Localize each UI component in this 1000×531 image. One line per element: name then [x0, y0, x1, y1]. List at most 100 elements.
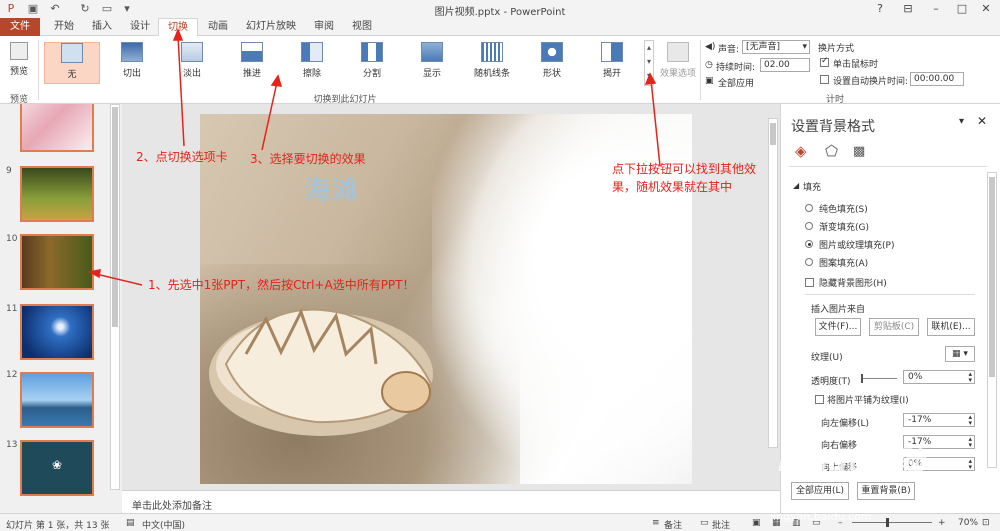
slide-number: 10 [6, 234, 18, 244]
radio-solid-fill[interactable] [805, 204, 813, 212]
fill-icon[interactable]: ◈ [795, 142, 807, 160]
tile-checkbox[interactable] [815, 395, 824, 404]
tab-home[interactable]: 开始 [46, 18, 82, 36]
gallery-scroll[interactable]: ▴ ▾ ▾ [644, 40, 654, 86]
slide-thumbnail[interactable] [20, 234, 94, 290]
transition-wipe[interactable]: 擦除 [284, 42, 340, 84]
slide-thumbnail[interactable] [20, 166, 94, 222]
tab-file[interactable]: 文件 [0, 18, 40, 36]
radio-gradient-fill[interactable] [805, 222, 813, 230]
scroll-thumb[interactable] [770, 123, 776, 145]
picture-fill-label: 图片或纹理填充(P) [819, 241, 895, 251]
transition-label: 淡出 [182, 69, 201, 79]
transition-cut[interactable]: 切出 [104, 42, 160, 84]
spinner-icon[interactable]: ▴ ▾ [968, 436, 972, 449]
spinner-icon[interactable]: ▴ ▾ [968, 371, 972, 384]
transition-shape[interactable]: 形状 [524, 42, 580, 84]
collapse-icon[interactable]: ◢ [793, 181, 799, 190]
notes-toggle[interactable]: 备注 [664, 518, 682, 531]
normal-view-icon[interactable]: ▣ [752, 518, 761, 528]
canvas-scrollbar[interactable] [768, 118, 778, 448]
zoom-level[interactable]: 70% [958, 518, 978, 528]
spellcheck-icon[interactable]: ▤ [126, 518, 135, 528]
tab-design[interactable]: 设计 [122, 18, 158, 36]
fill-section-title[interactable]: 填充 [803, 180, 821, 193]
radio-picture-fill[interactable] [805, 240, 813, 248]
notes-icon[interactable]: ≡ [652, 518, 660, 528]
zoom-in-icon[interactable]: + [938, 518, 946, 528]
slide-thumbnail[interactable] [20, 304, 94, 360]
transition-label: 推进 [242, 69, 261, 79]
title-bar: P ▣ ↶ ↻ ▭ ▾ 图片视频.pptx - PowerPoint ? ⊟ –… [0, 0, 1000, 18]
texture-picker[interactable]: ▦ ▾ [945, 346, 975, 362]
zoom-handle[interactable] [886, 518, 889, 527]
spinner-icon[interactable]: ▴ ▾ [968, 458, 972, 471]
reset-background-button[interactable]: 重置背景(B) [857, 482, 915, 500]
pane-options-icon[interactable]: ▾ [959, 116, 964, 127]
transition-uncover[interactable]: 揭开 [584, 42, 640, 84]
slide-thumbnail[interactable]: ❀ [20, 440, 94, 496]
after-time-input[interactable]: 00:00.00 [910, 72, 964, 86]
slide-thumbnail[interactable] [20, 372, 94, 428]
offset-left-input[interactable]: -17% ▴ ▾ [903, 413, 975, 427]
tab-slideshow[interactable]: 幻灯片放映 [240, 18, 302, 36]
preview-button[interactable]: 预览 [2, 42, 36, 84]
texture-icon: ▦ ▾ [952, 349, 968, 359]
slide-thumbnails: 9 10 11 12 13 ❀ [0, 104, 122, 496]
effect-options-button[interactable]: 效果选项 [658, 42, 698, 84]
apply-all-button[interactable]: 全部应用 [718, 76, 754, 89]
tab-animations[interactable]: 动画 [200, 18, 236, 36]
apply-all-button[interactable]: 全部应用(L) [791, 482, 849, 500]
transparency-slider[interactable] [861, 378, 897, 379]
duration-input[interactable]: 02.00 [760, 58, 810, 72]
sound-select[interactable]: [无声音] ▾ [742, 40, 810, 54]
tab-transitions[interactable]: 切换 [158, 18, 198, 37]
minimize-icon[interactable]: – [926, 2, 946, 16]
transition-push[interactable]: 推进 [224, 42, 280, 84]
transition-none[interactable]: 无 [44, 42, 100, 84]
chevron-down-icon: ▾ [802, 42, 807, 52]
pane-scrollbar[interactable] [987, 172, 997, 468]
effects-icon[interactable]: ⬠ [825, 142, 838, 160]
picture-icon[interactable]: ▩ [853, 144, 865, 159]
close-icon[interactable]: ✕ [977, 114, 987, 128]
scroll-up-icon[interactable]: ▴ [647, 43, 651, 52]
texture-label: 纹理(U) [811, 353, 843, 363]
slide-title[interactable]: 海滩 [304, 170, 360, 207]
ribbon-options-icon[interactable]: ⊟ [898, 2, 918, 16]
slide-counter: 幻灯片 第 1 张，共 13 张 [6, 521, 110, 531]
tab-review[interactable]: 审阅 [306, 18, 342, 36]
online-button[interactable]: 联机(E)... [927, 318, 975, 336]
fit-slide-icon[interactable]: ⊡ [982, 518, 990, 528]
transparency-input[interactable]: 0% ▴ ▾ [903, 370, 975, 384]
transition-label: 形状 [542, 69, 561, 79]
clipboard-button[interactable]: 剪贴板(C) [869, 318, 919, 336]
transition-fade[interactable]: 淡出 [164, 42, 220, 84]
help-icon[interactable]: ? [870, 2, 890, 16]
file-button[interactable]: 文件(F)... [815, 318, 861, 336]
transition-split[interactable]: 分割 [344, 42, 400, 84]
language-indicator[interactable]: 中文(中国) [142, 518, 185, 531]
close-icon[interactable]: ✕ [976, 2, 996, 16]
tab-view[interactable]: 视图 [344, 18, 380, 36]
slide-thumbnail[interactable] [20, 104, 94, 152]
scroll-thumb[interactable] [112, 107, 118, 327]
transition-cut-icon [121, 42, 143, 62]
scroll-down-icon[interactable]: ▾ [647, 57, 651, 66]
radio-pattern-fill[interactable] [805, 258, 813, 266]
thumbnail-scrollbar[interactable] [110, 104, 120, 490]
spinner-icon[interactable]: ▴ ▾ [968, 414, 972, 427]
transition-random-bars[interactable]: 随机线条 [464, 42, 520, 84]
maximize-icon[interactable]: □ [952, 2, 972, 16]
notes-pane[interactable]: 单击此处添加备注 [122, 490, 780, 513]
hide-bg-checkbox[interactable] [805, 278, 814, 287]
after-time-checkbox[interactable] [820, 75, 829, 84]
transition-reveal[interactable]: 显示 [404, 42, 460, 84]
scroll-thumb[interactable] [989, 177, 995, 377]
slider-handle[interactable] [861, 374, 863, 383]
more-dropdown-icon[interactable]: ▾ [647, 71, 651, 80]
on-click-checkbox[interactable]: ✓ [820, 56, 829, 67]
comments-icon[interactable]: ▭ [700, 518, 709, 528]
comments-toggle[interactable]: 批注 [712, 518, 730, 531]
tab-insert[interactable]: 插入 [84, 18, 120, 36]
